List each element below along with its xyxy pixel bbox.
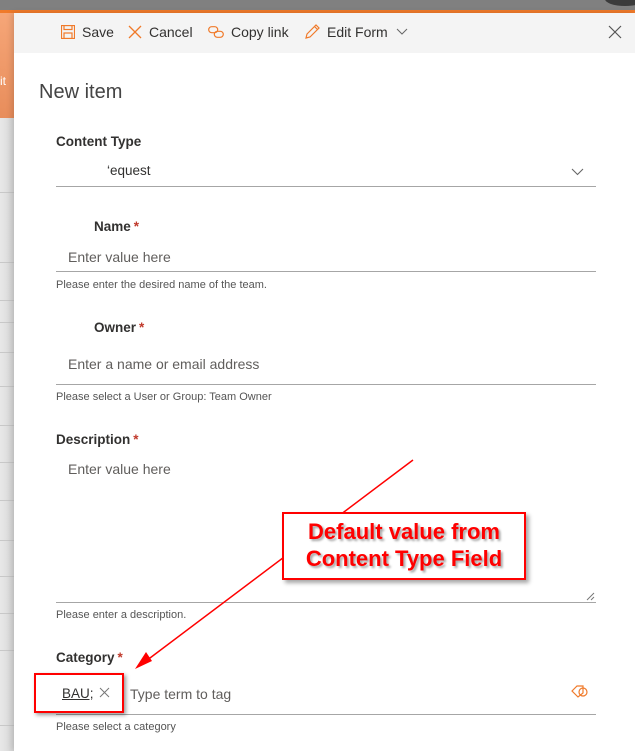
annotation-text: Default value from Content Type Field	[284, 518, 524, 572]
annotation-highlight-box	[34, 673, 124, 713]
annotation-callout: Default value from Content Type Field	[282, 512, 526, 580]
annotation-line-1: Default value from	[308, 519, 500, 544]
annotation-line-2: Content Type Field	[305, 546, 503, 571]
annotation-arrow	[135, 459, 414, 669]
